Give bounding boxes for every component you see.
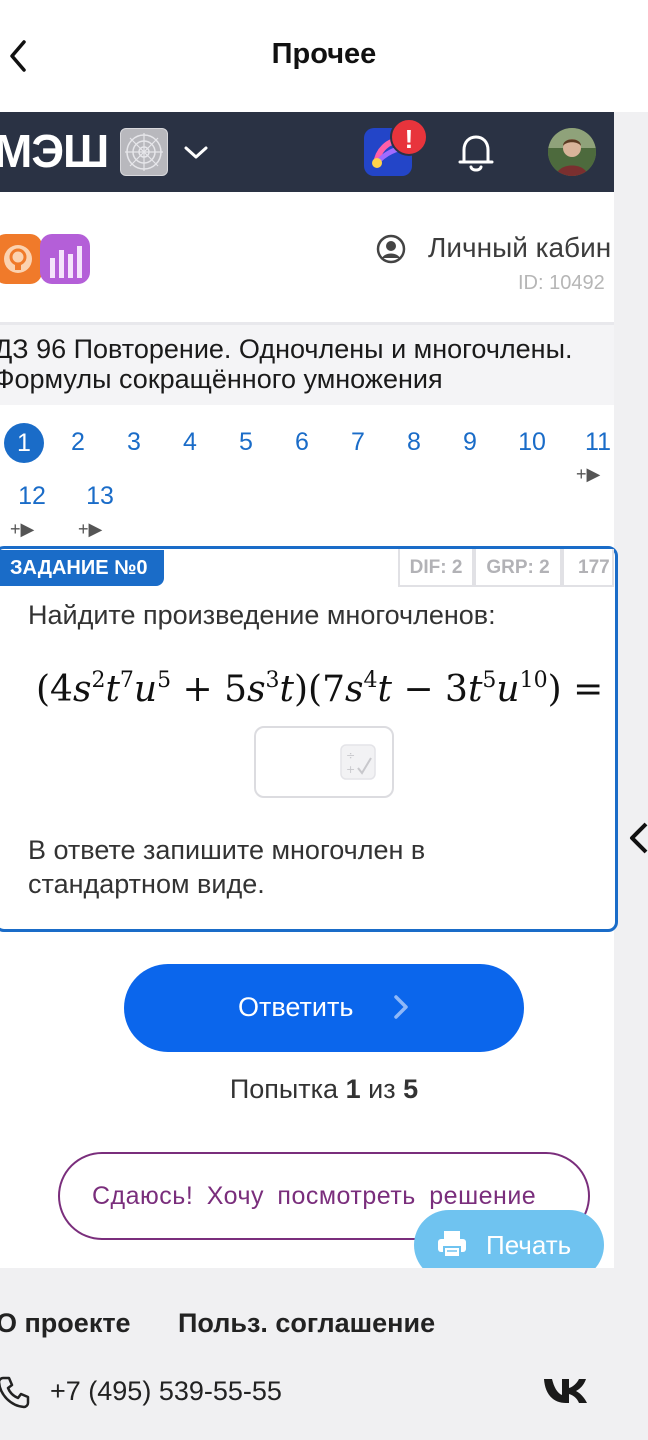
attempt-prefix: Попытка (229, 1074, 339, 1104)
personal-cabinet-link[interactable]: Личный кабин (428, 232, 611, 264)
task-number-13[interactable]: 13 (80, 482, 120, 511)
answer-button[interactable]: Ответить (124, 964, 524, 1052)
homework-title-line1: ДЗ 96 Повторение. Одночлены и многочлены… (0, 334, 573, 364)
svg-text:+: + (346, 763, 355, 776)
support-phone[interactable]: +7 (495) 539-55-55 (50, 1376, 282, 1407)
services-grid-icon[interactable] (120, 128, 168, 176)
task-number-10[interactable]: 10 (512, 428, 552, 457)
task-number-12[interactable]: 12 (12, 482, 52, 511)
give-up-label: Сдаюсь! Хочу посмотреть решение (92, 1182, 537, 1210)
task-prompt: Найдите произведение многочленов: (28, 600, 496, 630)
chevron-right-icon (390, 992, 412, 1022)
task-number-3[interactable]: 3 (114, 428, 154, 457)
chevron-down-icon[interactable] (182, 138, 210, 166)
homework-title-line2: Формулы сокращённого умножения (0, 364, 443, 394)
user-agreement-link[interactable]: Польз. соглашение (178, 1308, 435, 1339)
task-number-1[interactable]: 1 (4, 423, 44, 463)
print-label: Печать (486, 1230, 572, 1260)
code-bracket-icon[interactable] (626, 818, 648, 858)
mesh-logo[interactable]: МЭШ (0, 124, 109, 178)
tag-id: 177 (562, 549, 614, 587)
user-avatar[interactable] (548, 128, 596, 176)
footer (0, 1268, 614, 1440)
page-title: Прочее (271, 38, 377, 70)
task-number-6[interactable]: 6 (282, 428, 322, 457)
task-number-7[interactable]: 7 (338, 428, 378, 457)
task-number-9[interactable]: 9 (450, 428, 490, 457)
attempt-total: 5 (403, 1074, 419, 1104)
project-logos (0, 234, 90, 284)
task-number-8[interactable]: 8 (394, 428, 434, 457)
task-number-11[interactable]: 11 (578, 428, 618, 457)
answer-button-label: Ответить (238, 992, 354, 1022)
alert-badge: ! (390, 118, 428, 156)
video-marker-12: +▶ (10, 519, 35, 539)
task-formula: (4s2t7u5 + 5s3t)(7s4t − 3t5u10) = (36, 668, 604, 710)
task-number-4[interactable]: 4 (170, 428, 210, 457)
task-number-5[interactable]: 5 (226, 428, 266, 457)
tag-grp: GRP: 2 (474, 549, 562, 587)
phone-icon (0, 1374, 32, 1410)
attempt-sep: из (368, 1074, 396, 1104)
video-marker-11: +▶ (576, 464, 601, 484)
user-id: ID: 10492 (518, 272, 605, 294)
homework-title: ДЗ 96 Повторение. Одночлены и многочлены… (0, 334, 634, 394)
video-marker-13: +▶ (78, 519, 103, 539)
vk-icon[interactable] (542, 1376, 588, 1406)
person-icon (376, 234, 406, 264)
tag-dif: DIF: 2 (398, 549, 474, 587)
printer-icon (436, 1228, 468, 1260)
task-number-2[interactable]: 2 (58, 428, 98, 457)
task-label: ЗАДАНИЕ №0 (0, 550, 164, 586)
attempt-counter: Попытка 1 из 5 (0, 1074, 648, 1105)
attempt-current: 1 (345, 1074, 361, 1104)
side-panel-strip (614, 112, 648, 1440)
bell-icon[interactable] (456, 130, 496, 174)
task-hint: В ответе запишите многочлен в стандартно… (28, 835, 426, 899)
svg-text:÷: ÷ (346, 749, 355, 762)
math-keyboard-icon[interactable]: ÷ + (340, 744, 376, 780)
about-link[interactable]: О проекте (0, 1308, 131, 1339)
